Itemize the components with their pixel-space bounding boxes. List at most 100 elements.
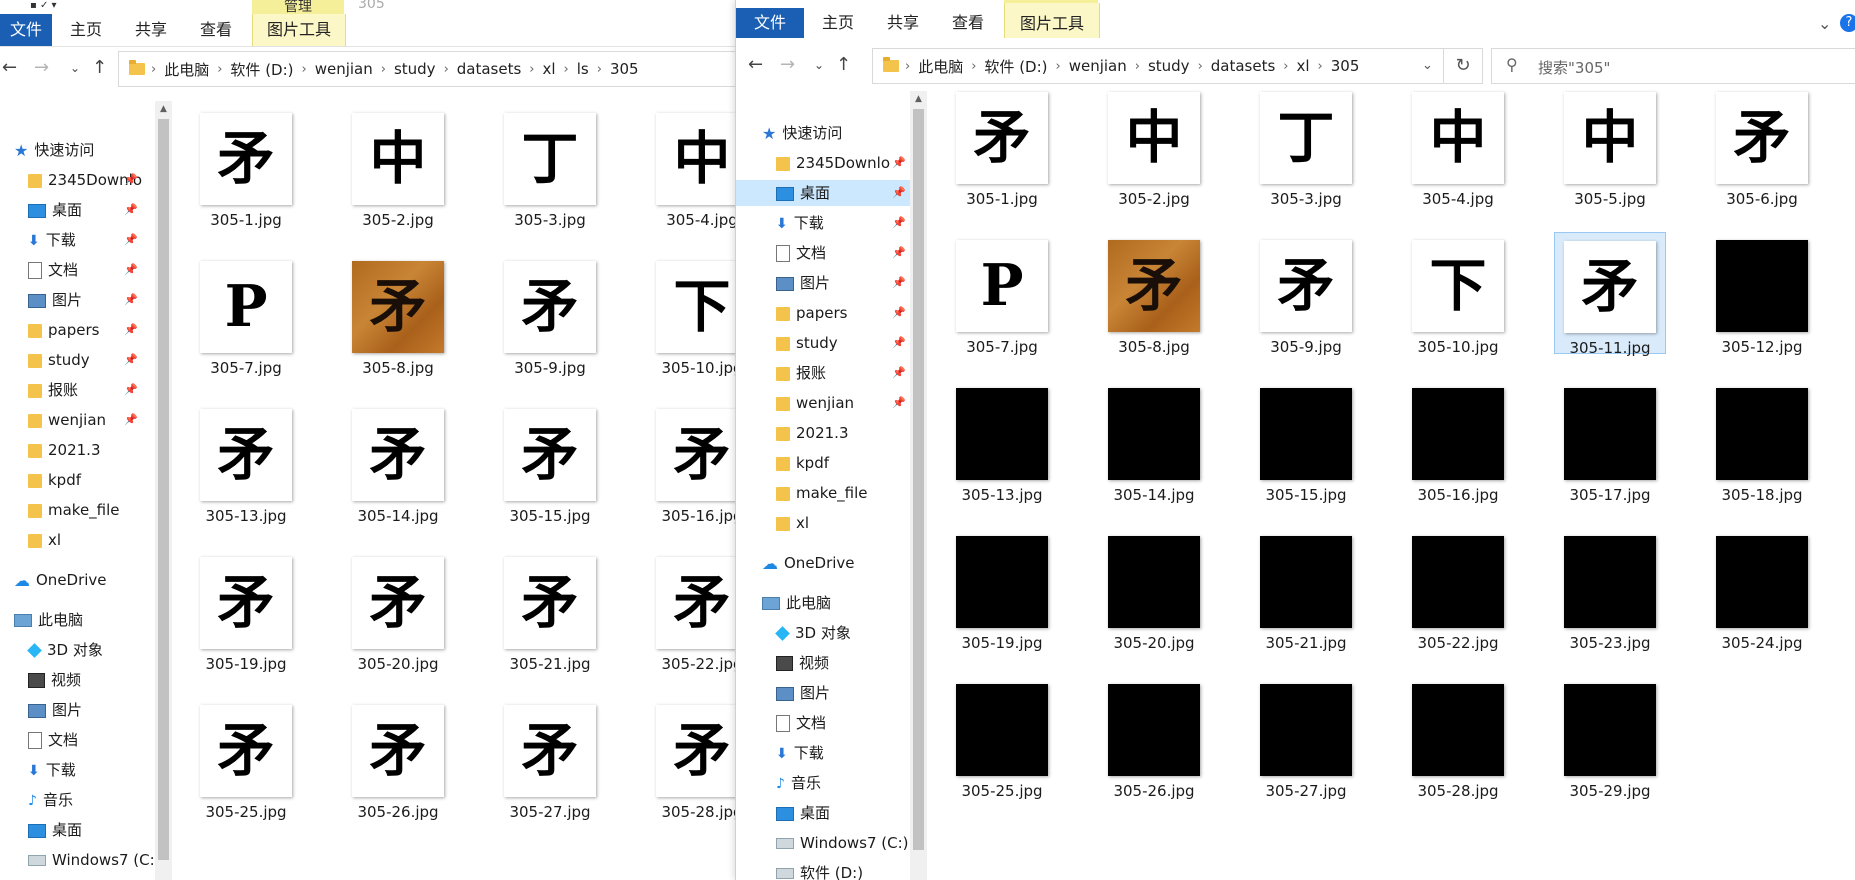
pin-icon[interactable]: 📌 xyxy=(124,197,138,223)
tab-picture-tools[interactable]: 图片工具 xyxy=(1004,3,1100,38)
breadcrumb-item[interactable]: datasets xyxy=(451,60,528,78)
pin-icon[interactable]: 📌 xyxy=(124,167,138,193)
nav-item[interactable]: 报账 📌 xyxy=(736,360,910,386)
nav-item[interactable]: study 📌 xyxy=(736,330,910,356)
scroll-up-arrow-icon[interactable]: ▲ xyxy=(910,91,927,107)
breadcrumb-item[interactable]: 此电脑 xyxy=(912,56,969,77)
file-tile[interactable]: 中 305-2.jpg xyxy=(1098,84,1210,208)
breadcrumb-separator-icon[interactable]: › xyxy=(379,62,388,77)
breadcrumb-separator-icon[interactable]: › xyxy=(527,62,536,77)
tab-picture-tools[interactable]: 图片工具 xyxy=(252,14,346,46)
file-tile[interactable]: 矛 305-9.jpg xyxy=(494,253,606,377)
file-tile[interactable]: 下 305-10.jpg xyxy=(1402,232,1514,356)
breadcrumb-separator-icon[interactable]: › xyxy=(1133,59,1142,74)
address-bar[interactable]: › 此电脑 › 软件 (D:) › wenjian › study › datasets › xl › l… xyxy=(118,51,735,87)
scroll-thumb[interactable] xyxy=(158,119,169,860)
breadcrumb-separator-icon[interactable]: › xyxy=(149,62,158,77)
forward-arrow-icon[interactable]: → xyxy=(780,54,795,75)
nav-item[interactable]: 桌面 xyxy=(0,817,155,843)
nav-item[interactable]: Windows7 (C:) xyxy=(0,847,155,873)
pin-icon[interactable]: 📌 xyxy=(892,300,906,326)
file-tile[interactable]: 矛 305-1.jpg xyxy=(190,105,302,229)
file-tile[interactable]: 中 305-4.jpg xyxy=(1402,84,1514,208)
nav-item[interactable]: 2021.3 xyxy=(736,420,910,446)
tab-file[interactable]: 文件 xyxy=(736,8,804,38)
tab-share[interactable]: 共享 xyxy=(131,14,171,46)
nav-item[interactable]: 2345Downlo 📌 xyxy=(0,167,155,193)
file-tile[interactable]: 矛 305-8.jpg xyxy=(342,253,454,377)
pin-icon[interactable]: 📌 xyxy=(124,287,138,313)
nav-item[interactable]: 视频 xyxy=(736,650,910,676)
nav-item[interactable]: wenjian 📌 xyxy=(736,390,910,416)
breadcrumb-separator-icon[interactable]: › xyxy=(903,59,912,74)
file-tile[interactable]: 矛 305-21.jpg xyxy=(494,549,606,673)
nav-item[interactable]: ☁ OneDrive xyxy=(736,550,910,576)
tab-file[interactable]: 文件 xyxy=(0,14,52,46)
file-tile[interactable]: 矛 305-15.jpg xyxy=(494,401,606,525)
file-tile[interactable]: 305-24.jpg xyxy=(1706,528,1818,652)
breadcrumb-item[interactable]: study xyxy=(388,60,442,78)
nav-item[interactable]: 2345Downlo 📌 xyxy=(736,150,910,176)
pin-icon[interactable]: 📌 xyxy=(892,360,906,386)
file-tile[interactable]: 305-23.jpg xyxy=(1554,528,1666,652)
nav-item[interactable]: 文档 xyxy=(0,727,155,753)
breadcrumb-separator-icon[interactable]: › xyxy=(1281,59,1290,74)
pin-icon[interactable]: 📌 xyxy=(124,257,138,283)
file-tile[interactable]: 305-26.jpg xyxy=(1098,676,1210,800)
breadcrumb-item[interactable]: ls xyxy=(571,60,595,78)
file-tile[interactable]: 305-22.jpg xyxy=(1402,528,1514,652)
nav-item[interactable]: wenjian 📌 xyxy=(0,407,155,433)
up-arrow-icon[interactable]: ↑ xyxy=(92,57,107,78)
pin-icon[interactable]: 📌 xyxy=(124,347,138,373)
nav-item[interactable]: kpdf xyxy=(736,450,910,476)
breadcrumb-separator-icon[interactable]: › xyxy=(1316,59,1325,74)
nav-item[interactable]: 图片 xyxy=(736,680,910,706)
file-tile[interactable]: 矛 305-28.jpg xyxy=(646,697,735,821)
nav-scrollbar-right[interactable]: ▲ xyxy=(910,91,927,880)
pin-icon[interactable]: 📌 xyxy=(892,180,906,206)
nav-item[interactable]: 此电脑 xyxy=(0,607,155,633)
breadcrumb-item[interactable]: 305 xyxy=(604,60,645,78)
nav-item[interactable]: make_file xyxy=(0,497,155,523)
nav-item[interactable]: 文档 📌 xyxy=(0,257,155,283)
file-tile[interactable]: 矛 305-13.jpg xyxy=(190,401,302,525)
nav-item[interactable]: 图片 📌 xyxy=(736,270,910,296)
file-tile[interactable]: 305-19.jpg xyxy=(946,528,1058,652)
file-tile[interactable]: 矛 305-26.jpg xyxy=(342,697,454,821)
file-tile[interactable]: 305-25.jpg xyxy=(946,676,1058,800)
tab-view[interactable]: 查看 xyxy=(196,14,236,46)
help-icon[interactable]: ? xyxy=(1840,14,1855,32)
nav-item[interactable]: 3D 对象 xyxy=(0,637,155,663)
nav-item[interactable]: 此电脑 xyxy=(736,590,910,616)
pin-icon[interactable]: 📌 xyxy=(892,210,906,236)
file-tile[interactable]: 305-13.jpg xyxy=(946,380,1058,504)
nav-item[interactable]: papers 📌 xyxy=(736,300,910,326)
breadcrumb-separator-icon[interactable]: › xyxy=(215,62,224,77)
address-bar[interactable]: › 此电脑 › 软件 (D:) › wenjian › study › datasets › xl › 3… xyxy=(872,48,1444,84)
breadcrumb-item[interactable]: 软件 (D:) xyxy=(978,56,1053,77)
nav-item[interactable]: ★ 快速访问 xyxy=(0,137,155,163)
breadcrumb-item[interactable]: wenjian xyxy=(1063,57,1133,75)
file-tile[interactable]: 305-17.jpg xyxy=(1554,380,1666,504)
pin-icon[interactable]: 📌 xyxy=(892,330,906,356)
pin-icon[interactable]: 📌 xyxy=(124,227,138,253)
file-tile[interactable]: 矛 305-25.jpg xyxy=(190,697,302,821)
breadcrumb-separator-icon[interactable]: › xyxy=(442,62,451,77)
breadcrumb-item[interactable]: 此电脑 xyxy=(158,59,215,80)
nav-item[interactable]: ☁ OneDrive xyxy=(0,567,155,593)
nav-item[interactable]: 3D 对象 xyxy=(736,620,910,646)
up-arrow-icon[interactable]: ↑ xyxy=(836,54,851,75)
nav-item[interactable]: xl xyxy=(0,527,155,553)
nav-item[interactable]: ⬇ 下载 xyxy=(0,757,155,783)
forward-arrow-icon[interactable]: → xyxy=(34,57,49,78)
nav-item[interactable]: 图片 xyxy=(0,697,155,723)
file-tile[interactable]: 矛 305-22.jpg xyxy=(646,549,735,673)
tab-share[interactable]: 共享 xyxy=(883,8,923,38)
address-dropdown-chevron-icon[interactable]: ⌄ xyxy=(1422,58,1433,73)
nav-item[interactable]: 桌面 📌 xyxy=(736,180,910,206)
file-tile[interactable]: 中 305-2.jpg xyxy=(342,105,454,229)
nav-item[interactable]: Windows7 (C:) xyxy=(736,830,910,856)
tab-home[interactable]: 主页 xyxy=(66,14,106,46)
breadcrumb-item[interactable]: wenjian xyxy=(309,60,379,78)
nav-item[interactable]: study 📌 xyxy=(0,347,155,373)
